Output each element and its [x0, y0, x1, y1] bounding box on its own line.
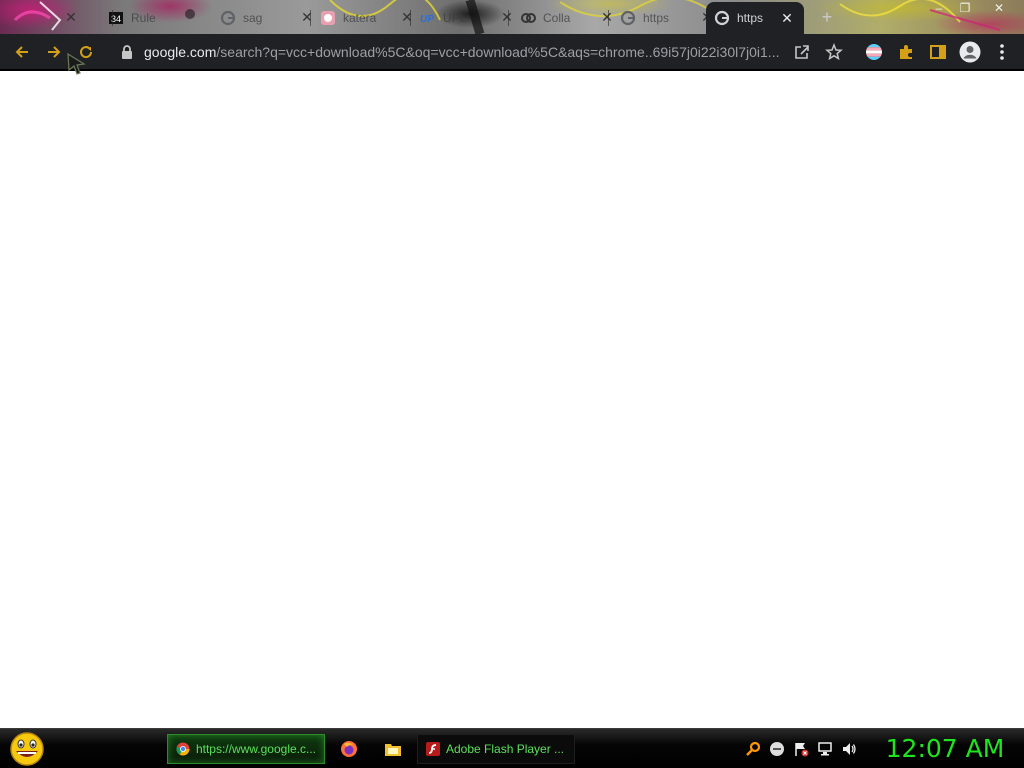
screen: 34 Rule ✕ sag ✕ katera ✕ UP UPL ✕ Colla … [0, 0, 1024, 768]
file-explorer-launcher[interactable] [383, 738, 403, 760]
tab-title: Colla [543, 10, 571, 25]
network-tray-button[interactable] [816, 740, 834, 758]
taskbar-item-label: Adobe Flash Player ... [446, 742, 565, 756]
tab-separator [410, 10, 411, 26]
close-icon[interactable]: ✕ [780, 10, 794, 27]
status-tray-button[interactable] [768, 740, 786, 758]
tab-title: Rule [131, 10, 156, 25]
taskbar-clock[interactable]: 12:07 AM [870, 733, 1020, 765]
volume-tray-button[interactable] [840, 740, 858, 758]
lock-icon[interactable] [120, 44, 134, 60]
taskbar-chrome-window[interactable]: https://www.google.c... [167, 734, 325, 764]
avatar-icon [959, 41, 981, 63]
firefox-launcher[interactable] [339, 738, 359, 760]
rule34-icon: 34 [108, 10, 124, 26]
extensions-button[interactable] [892, 38, 920, 66]
taskbar: https://www.google.c... Adobe Flash Play… [0, 728, 1024, 768]
close-icon[interactable]: ✕ [64, 9, 78, 26]
google-icon [714, 10, 730, 26]
taskbar-flash-window[interactable]: Adobe Flash Player ... [417, 734, 575, 764]
colab-icon [520, 10, 536, 26]
tab-first-close[interactable]: ✕ [56, 5, 86, 30]
network-icon [818, 742, 832, 756]
tab-upl[interactable]: UP UPL ✕ [412, 5, 522, 30]
tab-katera[interactable]: katera ✕ [312, 5, 422, 30]
address-bar[interactable]: google.com/search?q=vcc+download%5C&oq=v… [110, 38, 852, 66]
tab-separator [608, 10, 609, 26]
back-button[interactable] [8, 38, 36, 66]
arrow-right-icon [48, 46, 61, 58]
extension-flag-button[interactable] [860, 38, 888, 66]
arrow-left-icon [15, 46, 28, 58]
google-icon [220, 10, 236, 26]
tab-title: https [737, 11, 764, 25]
puzzle-icon [900, 45, 912, 59]
share-icon [795, 45, 809, 59]
tab-sag[interactable]: sag ✕ [212, 5, 322, 30]
speaker-icon [843, 743, 856, 755]
google-icon [620, 10, 636, 26]
mouse-pointer-icon [67, 52, 86, 75]
window-close-button[interactable]: ✕ [984, 0, 1014, 18]
share-button[interactable] [788, 38, 816, 66]
url-text[interactable]: google.com/search?q=vcc+download%5C&oq=v… [144, 44, 784, 60]
katera-icon [320, 10, 336, 26]
browser-toolbar: google.com/search?q=vcc+download%5C&oq=v… [0, 34, 1024, 70]
tab-separator [112, 10, 113, 26]
chrome-icon [176, 742, 190, 756]
search-icon [746, 741, 761, 756]
flag-extension-icon [866, 44, 882, 60]
side-panel-icon [930, 45, 946, 59]
action-center-tray-button[interactable] [792, 740, 810, 758]
flag-alert-icon [795, 743, 809, 757]
tab-title: UPL [443, 10, 467, 25]
side-panel-button[interactable] [924, 38, 952, 66]
tab-title: katera [343, 10, 377, 25]
tab-active-https[interactable]: https ✕ [706, 2, 804, 34]
minus-circle-icon [770, 742, 784, 756]
kebab-menu-icon [1000, 44, 1004, 60]
bookmark-button[interactable] [820, 38, 848, 66]
flash-icon [426, 742, 440, 756]
profile-button[interactable] [956, 38, 984, 66]
tab-separator [310, 10, 311, 26]
forward-button[interactable] [40, 38, 68, 66]
svg-text:UP: UP [420, 14, 434, 25]
star-icon [825, 43, 843, 61]
tab-colla[interactable]: Colla ✕ [512, 5, 622, 30]
firefox-icon [341, 741, 357, 757]
new-tab-button[interactable]: + [816, 7, 838, 29]
tab-separator [508, 10, 509, 26]
up-icon: UP [420, 10, 436, 26]
tab-rule[interactable]: 34 Rule [100, 5, 189, 30]
taskbar-item-label: https://www.google.c... [195, 742, 316, 756]
start-button[interactable] [8, 731, 46, 767]
folder-icon [385, 744, 401, 756]
search-tray-button[interactable] [744, 740, 762, 758]
menu-button[interactable] [988, 38, 1016, 66]
url-path: /search?q=vcc+download%5C&oq=vcc+downloa… [216, 44, 780, 60]
tab-title: https [643, 10, 670, 25]
tab-strip: 34 Rule ✕ sag ✕ katera ✕ UP UPL ✕ Colla … [0, 0, 1024, 34]
url-host: google.com [144, 44, 217, 60]
tab-title: sag [243, 10, 263, 25]
restore-button[interactable]: ❐ [950, 0, 980, 18]
smiley-start-icon [10, 732, 44, 766]
web-page-content[interactable] [0, 71, 1024, 728]
